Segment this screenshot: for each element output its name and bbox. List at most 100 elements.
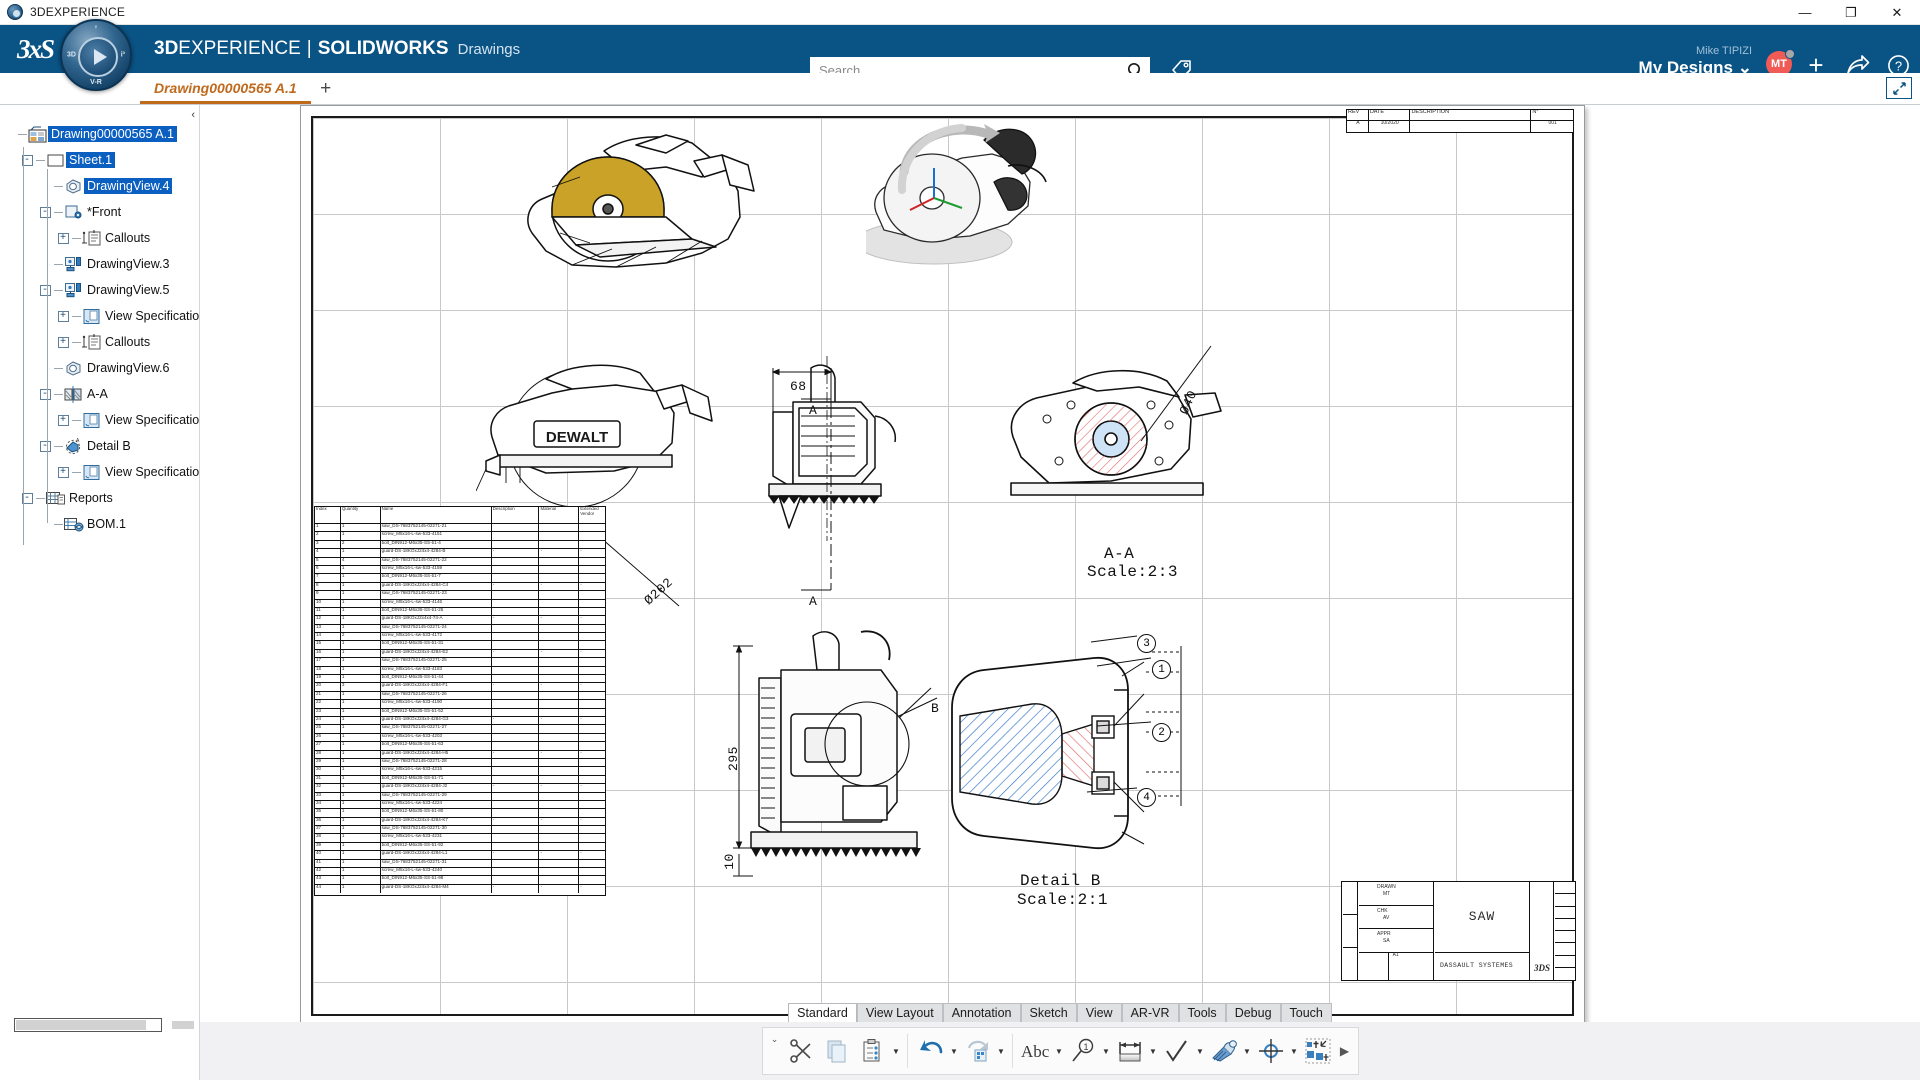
tree-expander-cell[interactable]: - [36,388,54,400]
ribbon-collapse-caret[interactable]: ⌄ [767,1030,783,1072]
bom-row[interactable]: 4 1 guard-DS-18KOxJ24x4-4284-B - - - [315,549,605,558]
smart-dimension-button-caret[interactable]: ▼ [1148,1030,1159,1072]
bom-row[interactable]: 22 1 screw_M5x16-L-sw-533-4190 [315,700,605,709]
bom-row[interactable]: 40 1 guard-DS-18KOxJ24x4-4284-L1- - - [315,851,605,860]
tab-touch[interactable]: Touch [1280,1003,1332,1022]
bom-row[interactable]: 5 4 saw_DS-7683752145-02271-22 [315,557,605,566]
title-block[interactable]: DRAWN MT CHK AV APPR SA A1 SAW DASSAULT … [1341,881,1576,981]
drawing-annotation[interactable]: 295 [726,746,741,771]
note-button[interactable]: Abc [1018,1030,1054,1072]
ribbon-overflow-caret[interactable]: ▶ [1336,1030,1354,1072]
restore-button[interactable]: ❐ [1828,0,1874,25]
bom-row[interactable]: 13 1 saw_DS-7683752145-02271-24 [315,624,605,634]
dassault-logo-icon[interactable]: 3xS [12,34,58,65]
balloon-callout[interactable]: 3 [1137,634,1156,653]
tree-expander[interactable]: + [57,466,69,478]
tree-expander-cell[interactable]: - [18,492,36,504]
bom-row[interactable]: 3 2 bolt_DIN912-M6x35-SS-b1-4 [315,540,605,550]
bom-row[interactable]: 42 1 screw_M5x16-L-sw-533-4240 [315,868,605,877]
drawing-annotation[interactable]: 68 [790,379,807,394]
tree-expander[interactable]: - [39,440,51,452]
bom-row[interactable]: 39 1 bolt_DIN912-M6x35-SS-b1-92 [315,842,605,852]
drawing-sheet[interactable]: DEWALT 3 1 2 4 68 A A Ø202 Ø40 A-A Scale… [300,105,1585,1027]
bom-row[interactable]: 15 1 bolt_DIN912-M6x35-SS-b1-31 [315,641,605,650]
tree-node-drawing00000565-a-1[interactable]: Drawing00000565 A.1 [0,121,199,147]
smart-dimension-button[interactable] [1112,1030,1148,1072]
balloon-button[interactable]: 1 [1065,1030,1101,1072]
tree-node-drawingview-5[interactable]: - DrawingView.5 [0,277,199,303]
bom-row[interactable]: 43 1 bolt_DIN912-M6x35-SS-b1-98 [315,876,605,885]
tab-view[interactable]: View [1076,1003,1122,1022]
rebuild-button[interactable] [960,1030,996,1072]
tree-expander-cell[interactable]: - [36,206,54,218]
tree-expander-cell[interactable]: - [36,440,54,452]
bom-row[interactable]: 28 1 guard-DS-18KOxJ24x4-4284-H5- - - [315,750,605,759]
revision-table[interactable]: REV DATE DESCRIPTION N° A 10/2020 001 [1346,109,1574,133]
paste-button[interactable] [855,1030,891,1072]
tree-expander-cell[interactable]: + [54,232,72,244]
close-button[interactable]: ✕ [1874,0,1920,25]
tree-node-callouts[interactable]: + Callouts [0,329,199,355]
copy-button[interactable] [819,1030,855,1072]
area-hatch-button-caret[interactable]: ▼ [1242,1030,1253,1072]
bom-row[interactable]: 44 1 guard-DS-18KOxJ24x4-4284-M4- - - [315,884,605,894]
tab-ar-vr[interactable]: AR-VR [1121,1003,1179,1022]
tree-expander[interactable]: + [57,336,69,348]
insert-table-button[interactable] [1300,1030,1336,1072]
undo-button[interactable] [913,1030,949,1072]
balloon-callout[interactable]: 1 [1152,660,1171,679]
new-tab-button[interactable]: + [311,74,341,104]
bom-row[interactable]: 24 1 guard-DS-18KOxJ24x4-4284-G3- - - [315,716,605,726]
bom-row[interactable]: 16 1 guard-DS-18KOxJ24x4-4284-E2- - - [315,649,605,659]
drawing-annotation[interactable]: A-A [1104,545,1134,563]
tree-expander[interactable]: - [39,284,51,296]
tree-node-drawingview-6[interactable]: DrawingView.6 [0,355,199,381]
bom-row[interactable]: 27 1 bolt_DIN912-M6x35-SS-b1-63 [315,742,605,751]
rebuild-button-caret[interactable]: ▼ [996,1030,1007,1072]
balloon-callout[interactable]: 2 [1152,723,1171,742]
tree-node-view-specification[interactable]: + View Specification [0,459,199,485]
area-hatch-button[interactable] [1206,1030,1242,1072]
surface-finish-button-caret[interactable]: ▼ [1195,1030,1206,1072]
tree-node-callouts[interactable]: + Callouts [0,225,199,251]
bom-row[interactable]: 9 1 saw_DS-7683752145-02271-23 [315,591,605,600]
scrollbar-thumb[interactable] [16,1020,146,1030]
bom-row[interactable]: 29 1 saw_DS-7683752145-02271-28 [315,758,605,768]
tree-expander[interactable]: + [57,310,69,322]
tree-expander-cell[interactable]: + [54,310,72,322]
bom-row[interactable]: 12 1 guard-DS-18KOxJ2x4x4-74-A - - - [315,616,605,625]
tree-node-drawingview-3[interactable]: DrawingView.3 [0,251,199,277]
bom-row[interactable]: 19 1 bolt_DIN912-M6x35-SS-b1-44 [315,675,605,684]
center-mark-button-caret[interactable]: ▼ [1289,1030,1300,1072]
drawing-canvas[interactable]: DEWALT 3 1 2 4 68 A A Ø202 Ø40 A-A Scale… [200,105,1920,1080]
drawing-annotation[interactable]: Detail B [1020,872,1101,890]
tree-horizontal-scrollbar[interactable] [14,1018,162,1032]
tab-debug[interactable]: Debug [1225,1003,1281,1022]
tab-annotation[interactable]: Annotation [942,1003,1021,1022]
bom-row[interactable]: 8 1 guard-DS-18KOxJ24x4-4284-C4- - - [315,582,605,592]
bom-table[interactable]: Index Quantity Name Description Material Exte… [314,506,606,896]
tab-tools[interactable]: Tools [1178,1003,1226,1022]
drawing-annotation[interactable]: Scale:2:3 [1087,563,1178,581]
tree-node-reports[interactable]: - Reports [0,485,199,511]
tree-expander[interactable]: + [57,414,69,426]
bom-row[interactable]: 36 1 guard-DS-18KOxJ24x4-4284-K7- - - [315,817,605,827]
minimize-button[interactable]: — [1782,0,1828,25]
bom-row[interactable]: 14 2 screw_M5x16-L-sw-533-4172 [315,633,605,642]
tree-expander-cell[interactable]: + [54,414,72,426]
tree-node-bom-1[interactable]: BOM.1 [0,511,199,537]
tree-collapse-icon[interactable]: ‹ [191,109,195,121]
tree-node-sheet-1[interactable]: - Sheet.1 [0,147,199,173]
bom-row[interactable]: 31 1 bolt_DIN912-M6x35-SS-b1-71 [315,775,605,785]
paste-button-caret[interactable]: ▼ [891,1030,902,1072]
bom-row[interactable]: 21 1 saw_DS-7683752145-02271-26 [315,691,605,701]
drawing-annotation[interactable]: A [809,403,817,418]
bom-row[interactable]: 20 3 guard-DS-18KOxJ24x4-4284-F1- - - [315,683,605,692]
bom-row[interactable]: 32 1 guard-DS-18KOxJ24x4-4284-J2- - - [315,784,605,793]
tree-node-view-specification[interactable]: + View Specification [0,303,199,329]
tree-expander-cell[interactable]: - [18,154,36,166]
undo-button-caret[interactable]: ▼ [949,1030,960,1072]
tree-node-detail-b[interactable]: - A Detail B [0,433,199,459]
drawing-annotation[interactable]: B [931,701,939,716]
tab-standard[interactable]: Standard [788,1003,857,1022]
